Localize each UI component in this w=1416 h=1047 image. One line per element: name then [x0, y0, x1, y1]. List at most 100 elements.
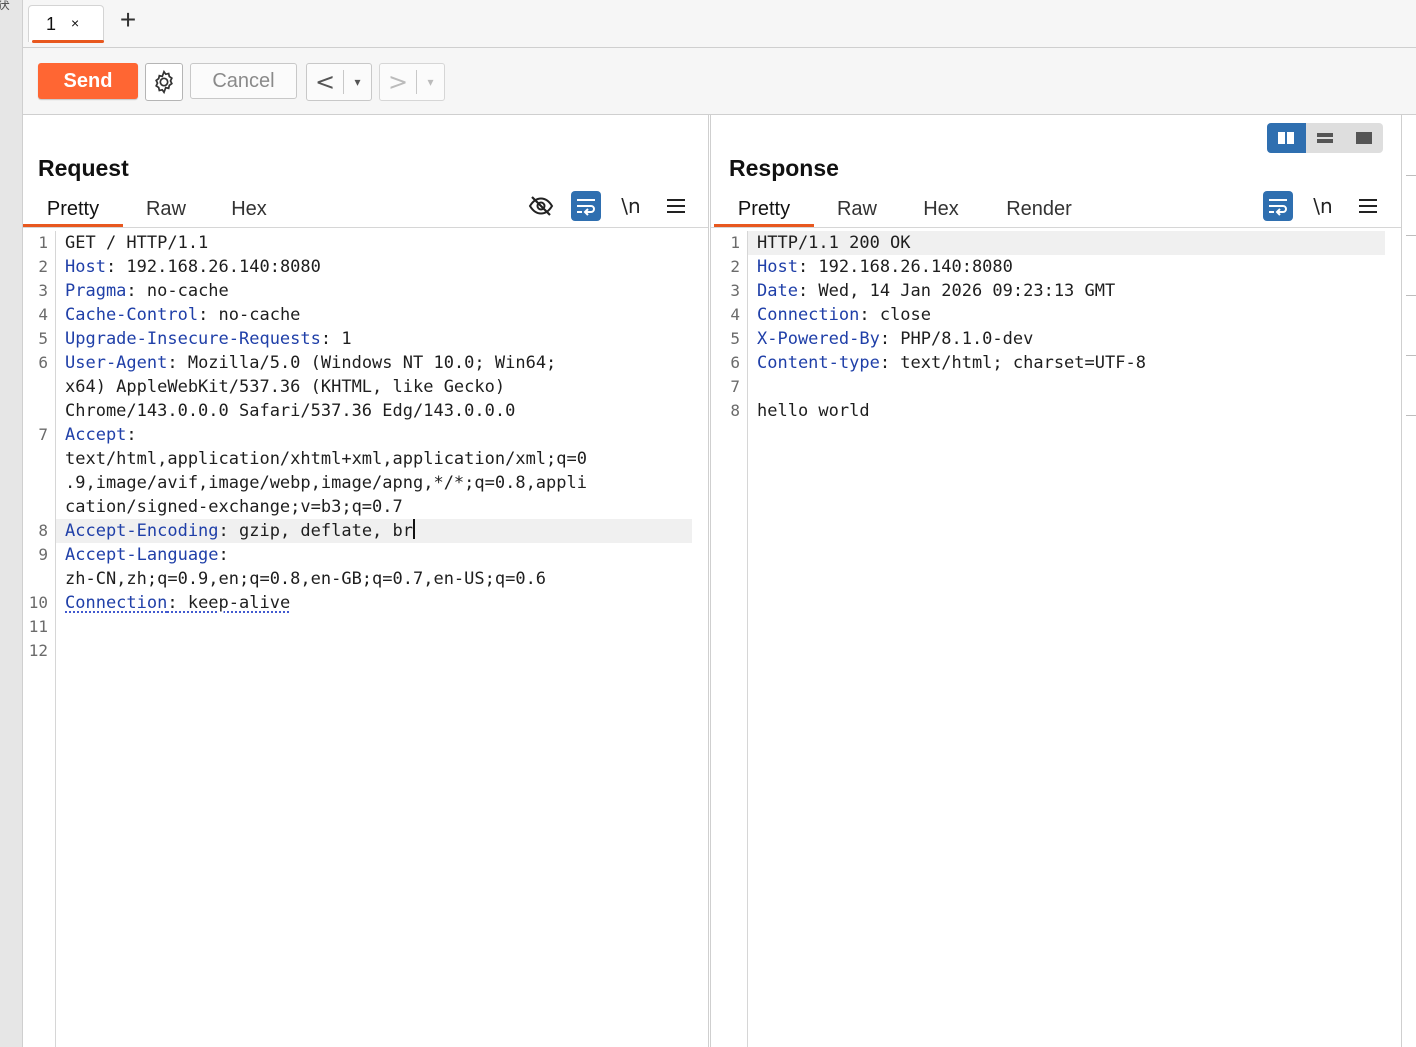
header-value: : 192.168.26.140:8080	[105, 257, 321, 277]
response-code[interactable]: HTTP/1.1 200 OK Host: 192.168.26.140:8080…	[748, 231, 1385, 423]
header-name: Accept-Language	[65, 545, 219, 565]
code-line[interactable]: hello world	[748, 399, 1385, 423]
edge-mark	[1406, 355, 1416, 356]
layout-single-button[interactable]	[1344, 123, 1383, 153]
settings-button[interactable]	[145, 63, 183, 101]
code-line[interactable]: Content-type: text/html; charset=UTF-8	[748, 351, 1385, 375]
tab-render[interactable]: Render	[996, 193, 1082, 225]
gutter-glyph: 获	[0, 0, 10, 13]
code-line[interactable]: Accept:	[56, 423, 692, 447]
line-number: 4	[38, 305, 48, 324]
request-title: Request	[38, 155, 129, 181]
response-view-tabs: Pretty Raw Hex Render	[711, 193, 1401, 228]
columns-icon	[1278, 132, 1295, 144]
request-view-tabs: Pretty Raw Hex	[23, 193, 708, 228]
code-line[interactable]: Date: Wed, 14 Jan 2026 09:23:13 GMT	[748, 279, 1385, 303]
close-icon[interactable]: ×	[71, 15, 79, 31]
newline-toggle[interactable]: \n	[616, 191, 646, 221]
line-number: 6	[730, 353, 740, 372]
response-title: Response	[729, 155, 839, 181]
wrap-icon	[577, 199, 595, 216]
word-wrap-toggle[interactable]	[1263, 191, 1293, 221]
line-number: 2	[38, 257, 48, 276]
hamburger-menu-icon	[1359, 199, 1377, 213]
menu-button[interactable]	[1353, 191, 1383, 221]
line-number: 11	[28, 617, 48, 636]
code-line[interactable]	[56, 615, 692, 639]
code-line[interactable]: x64) AppleWebKit/537.36 (KHTML, like Gec…	[56, 375, 692, 399]
code-line[interactable]	[748, 375, 1385, 399]
header-value: : no-cache	[198, 305, 301, 325]
header-value: text/html,application/xhtml+xml,applicat…	[65, 449, 587, 469]
line-number: 12	[28, 641, 48, 660]
code-line[interactable]: Chrome/143.0.0.0 Safari/537.36 Edg/143.0…	[56, 399, 692, 423]
gear-icon	[155, 69, 173, 95]
code-line[interactable]: Accept-Encoding: gzip, deflate, br	[56, 519, 692, 543]
line-number: 7	[730, 377, 740, 396]
code-line[interactable]: zh-CN,zh;q=0.9,en;q=0.8,en-GB;q=0.7,en-U…	[56, 567, 692, 591]
header-name: Host	[757, 257, 798, 277]
back-button[interactable]: < ▾	[306, 63, 372, 101]
code-line[interactable]: text/html,application/xhtml+xml,applicat…	[56, 447, 692, 471]
code-line[interactable]: cation/signed-exchange;v=b3;q=0.7	[56, 495, 692, 519]
header-value: .9,image/avif,image/webp,image/apng,*/*;…	[65, 473, 587, 493]
tab-pretty[interactable]: Pretty	[714, 193, 814, 227]
chevron-down-icon[interactable]: ▾	[344, 75, 371, 89]
code-line[interactable]: Host: 192.168.26.140:8080	[56, 255, 692, 279]
chevron-down-icon[interactable]: ▾	[417, 75, 444, 89]
tab-pretty[interactable]: Pretty	[23, 193, 123, 227]
line-number	[23, 567, 55, 591]
add-tab-button[interactable]: +	[115, 6, 141, 34]
layout-side-by-side-button[interactable]	[1267, 123, 1306, 153]
code-line[interactable]: X-Powered-By: PHP/8.1.0-dev	[748, 327, 1385, 351]
code-line[interactable]: User-Agent: Mozilla/5.0 (Windows NT 10.0…	[56, 351, 692, 375]
code-line[interactable]	[56, 639, 692, 663]
header-name: Pragma	[65, 281, 127, 301]
edge-mark	[1406, 415, 1416, 416]
request-editor[interactable]: 1 2 3 4 5 6 7 8 9 10 11 12 GET / HTTP/1.1 Host: 192.…	[23, 231, 708, 1047]
response-editor[interactable]: 12345678 HTTP/1.1 200 OK Host: 192.168.26…	[711, 231, 1401, 1047]
tab-raw[interactable]: Raw	[133, 193, 199, 225]
line-number	[23, 495, 55, 519]
tab-hex[interactable]: Hex	[911, 193, 971, 225]
code-line[interactable]: Pragma: no-cache	[56, 279, 692, 303]
code-line[interactable]: Cache-Control: no-cache	[56, 303, 692, 327]
header-value: : Mozilla/5.0 (Windows NT 10.0; Win64;	[167, 353, 557, 373]
tab-raw[interactable]: Raw	[824, 193, 890, 225]
code-line[interactable]: Upgrade-Insecure-Requests: 1	[56, 327, 692, 351]
line-number: 5	[730, 329, 740, 348]
word-wrap-toggle[interactable]	[571, 191, 601, 221]
repeater-tab-1[interactable]: 1 ×	[28, 5, 104, 43]
edge-mark	[1406, 235, 1416, 236]
tab-hex[interactable]: Hex	[219, 193, 279, 225]
request-toolbar: Send Cancel < ▾ > ▾	[23, 48, 1416, 115]
back-arrow-icon: <	[314, 68, 336, 96]
code-line[interactable]: Host: 192.168.26.140:8080	[748, 255, 1385, 279]
header-value: GET / HTTP/1.1	[65, 233, 209, 253]
send-button[interactable]: Send	[38, 63, 138, 99]
header-name: Date	[757, 281, 798, 301]
line-number: 1	[730, 233, 740, 252]
header-name: Upgrade-Insecure-Requests	[65, 329, 321, 349]
line-number-gutter: 1 2 3 4 5 6 7 8	[711, 231, 748, 1047]
header-name: Cache-Control	[65, 305, 199, 325]
cancel-button[interactable]: Cancel	[190, 63, 297, 99]
line-number: 6	[38, 353, 48, 372]
header-value: hello world	[757, 401, 870, 421]
header-value: : 1	[320, 329, 352, 349]
request-code[interactable]: GET / HTTP/1.1 Host: 192.168.26.140:8080 P…	[56, 231, 692, 663]
code-line[interactable]: HTTP/1.1 200 OK	[748, 231, 1385, 255]
code-line[interactable]: Accept-Language:	[56, 543, 692, 567]
code-line[interactable]: Connection: keep-alive	[56, 591, 692, 615]
menu-button[interactable]	[661, 191, 691, 221]
forward-button[interactable]: > ▾	[379, 63, 445, 101]
code-line[interactable]: .9,image/avif,image/webp,image/apng,*/*;…	[56, 471, 692, 495]
newline-toggle[interactable]: \n	[1308, 191, 1338, 221]
header-value: cation/signed-exchange;v=b3;q=0.7	[65, 497, 403, 517]
hide-nonprintable-button[interactable]	[526, 191, 556, 221]
code-line[interactable]: GET / HTTP/1.1	[56, 231, 692, 255]
layout-stacked-button[interactable]	[1306, 123, 1345, 153]
line-number: 10	[28, 593, 48, 612]
header-name: Content-type	[757, 353, 880, 373]
code-line[interactable]: Connection: close	[748, 303, 1385, 327]
